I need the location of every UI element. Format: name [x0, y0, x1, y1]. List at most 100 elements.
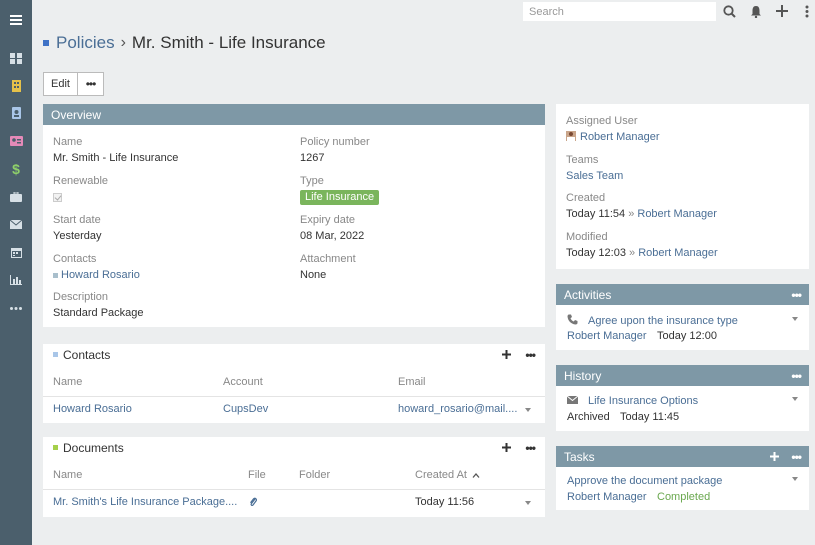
activity-item-link[interactable]: Agree upon the insurance type: [588, 315, 738, 327]
type-field: Type Life Insurance: [300, 174, 380, 205]
history-item-link[interactable]: Life Insurance Options: [588, 395, 698, 407]
search-input[interactable]: [523, 2, 716, 21]
tasks-menu-button[interactable]: •••: [791, 450, 802, 464]
sort-ascending-icon: [472, 473, 480, 478]
envelope-icon[interactable]: [0, 213, 32, 235]
description-value: Standard Package: [53, 307, 144, 319]
add-document-button[interactable]: [502, 440, 512, 455]
policy-number-label: Policy number: [300, 136, 370, 148]
start-date-label: Start date: [53, 214, 101, 226]
start-date-field: Start date Yesterday: [53, 213, 102, 243]
document-row-dropdown-icon[interactable]: [525, 501, 531, 505]
edit-button[interactable]: Edit: [43, 72, 78, 96]
activity-dropdown-icon[interactable]: [792, 317, 798, 321]
modified-by-link[interactable]: Robert Manager: [638, 247, 718, 259]
contacts-field: Contacts Howard Rosario: [53, 252, 140, 282]
document-row-name-link[interactable]: Mr. Smith's Life Insurance Package....: [53, 496, 237, 508]
breadcrumb-separator: ›: [120, 34, 126, 51]
paperclip-icon[interactable]: [249, 496, 257, 510]
contacts-col-email[interactable]: Email: [398, 376, 426, 388]
created-arrow: »: [628, 208, 635, 220]
overview-panel: Overview Name Mr. Smith - Life Insurance…: [43, 104, 545, 327]
expiry-date-field: Expiry date 08 Mar, 2022: [300, 213, 364, 243]
contacts-menu-button[interactable]: •••: [525, 348, 536, 362]
contacts-panel-header: Contacts •••: [43, 344, 545, 365]
briefcase-icon[interactable]: [0, 186, 32, 208]
search-icon[interactable]: [721, 3, 737, 19]
contact-link[interactable]: Howard Rosario: [61, 269, 140, 281]
add-task-button[interactable]: [770, 450, 780, 464]
name-field: Name Mr. Smith - Life Insurance: [53, 135, 178, 165]
id-card-icon[interactable]: [0, 130, 32, 152]
menu-icon[interactable]: [0, 9, 32, 31]
page-title: Mr. Smith - Life Insurance: [131, 33, 326, 52]
contact-row-dropdown-icon[interactable]: [525, 408, 531, 412]
activities-menu-button[interactable]: •••: [791, 288, 802, 302]
phone-icon: [567, 314, 578, 328]
documents-col-created-label: Created At: [415, 469, 467, 481]
contacts-divider: [43, 396, 545, 397]
description-field: Description Standard Package: [53, 290, 144, 320]
calendar-icon[interactable]: [0, 241, 32, 263]
modified-arrow: »: [629, 247, 636, 259]
contacts-label: Contacts: [53, 253, 97, 265]
history-status: Archived: [567, 411, 610, 423]
activity-user-link[interactable]: Robert Manager: [567, 330, 647, 342]
activity-time: Today 12:00: [657, 330, 717, 342]
history-menu-button[interactable]: •••: [791, 369, 802, 383]
more-icon[interactable]: [0, 297, 32, 319]
created-time: Today 11:54: [566, 208, 626, 220]
renewable-checkbox: [53, 193, 62, 202]
contact-card-icon[interactable]: [0, 102, 32, 124]
more-actions-button[interactable]: •••: [77, 72, 104, 96]
documents-menu-button[interactable]: •••: [525, 441, 536, 455]
renewable-label: Renewable: [53, 175, 109, 187]
envelope-icon: [566, 395, 579, 407]
modified-label: Modified: [566, 231, 608, 243]
task-item-link[interactable]: Approve the document package: [567, 475, 722, 487]
plus-icon[interactable]: [774, 3, 790, 19]
expiry-date-value: 08 Mar, 2022: [300, 230, 365, 242]
modified-field: Modified Today 12:03 » Robert Manager: [566, 230, 718, 260]
contacts-col-account[interactable]: Account: [223, 376, 263, 388]
contact-row-account-link[interactable]: CupsDev: [223, 403, 268, 415]
dollar-icon[interactable]: $: [0, 158, 32, 180]
type-badge: Life Insurance: [300, 190, 380, 205]
task-user-link[interactable]: Robert Manager: [567, 491, 647, 503]
contacts-marker: [53, 352, 58, 357]
modified-time: Today 12:03: [566, 247, 626, 259]
attachment-value: None: [300, 269, 327, 281]
overview-panel-header: Overview: [43, 104, 545, 125]
documents-panel-header: Documents •••: [43, 437, 545, 458]
bell-icon[interactable]: [748, 3, 764, 19]
contacts-panel: Contacts ••• Name Account Email Howard R…: [43, 344, 545, 423]
tasks-title: Tasks: [564, 449, 595, 464]
created-by-link[interactable]: Robert Manager: [637, 208, 717, 220]
breadcrumb: Policies › Mr. Smith - Life Insurance: [43, 31, 326, 55]
contact-row-email-link[interactable]: howard_rosario@mail....: [398, 403, 517, 415]
building-icon[interactable]: [0, 75, 32, 97]
documents-col-name[interactable]: Name: [53, 469, 82, 481]
policy-number-value: 1267: [300, 152, 325, 164]
description-label: Description: [53, 291, 109, 303]
history-dropdown-icon[interactable]: [792, 397, 798, 401]
bar-chart-icon[interactable]: [0, 269, 32, 291]
task-dropdown-icon[interactable]: [792, 477, 798, 481]
documents-col-created[interactable]: Created At: [415, 469, 480, 481]
add-contact-button[interactable]: [502, 347, 512, 362]
contacts-col-name[interactable]: Name: [53, 376, 82, 388]
documents-col-folder[interactable]: Folder: [299, 469, 330, 481]
avatar: [566, 131, 576, 141]
vertical-dots-icon[interactable]: [799, 3, 815, 19]
assigned-user-link[interactable]: Robert Manager: [580, 131, 660, 143]
teams-link[interactable]: Sales Team: [566, 170, 623, 182]
breadcrumb-policies-link[interactable]: Policies: [56, 33, 115, 53]
teams-field: Teams Sales Team: [566, 153, 623, 183]
task-status: Completed: [657, 491, 711, 503]
dashboard-icon[interactable]: [0, 47, 32, 69]
contact-row-name-link[interactable]: Howard Rosario: [53, 403, 132, 415]
document-row-created: Today 11:56: [415, 496, 475, 508]
documents-col-file[interactable]: File: [248, 469, 266, 481]
policy-number-field: Policy number 1267: [300, 135, 370, 165]
assigned-user-field: Assigned User Robert Manager: [566, 114, 660, 144]
